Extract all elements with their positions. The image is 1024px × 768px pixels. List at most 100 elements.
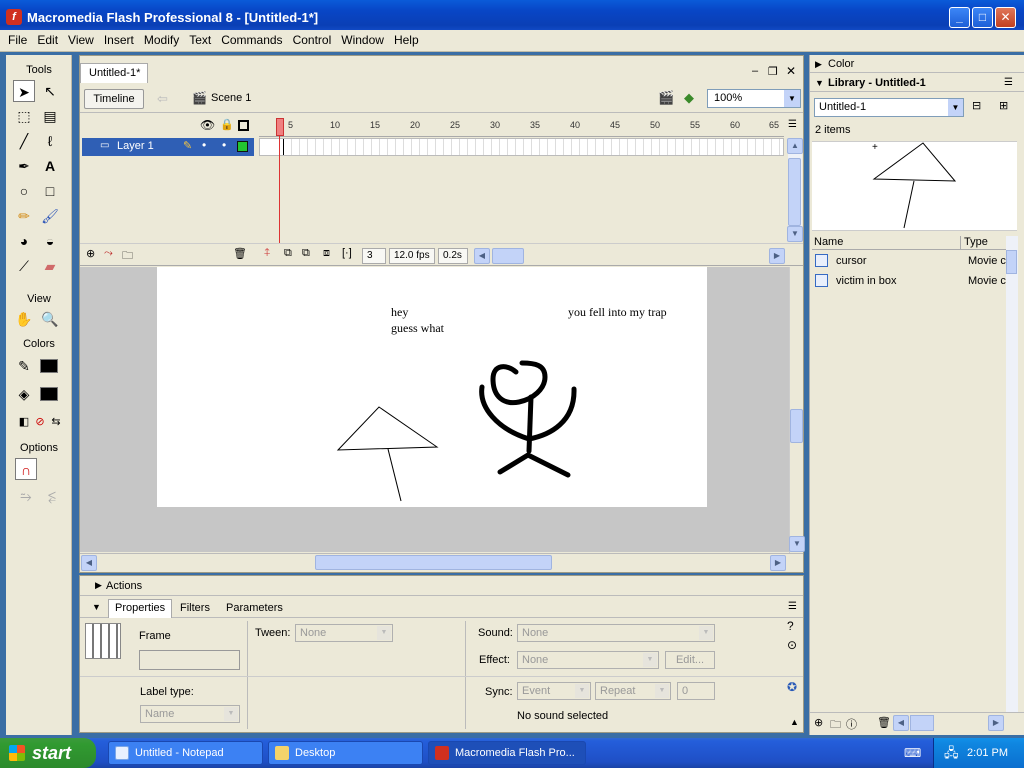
new-symbol-icon[interactable]: ⊕ [814,716,823,729]
start-button[interactable]: start [0,738,96,768]
new-folder-icon[interactable]: 🗀 [830,716,841,735]
gradient-transform-tool-icon[interactable]: ▤ [39,105,61,127]
lib-scroll-left[interactable]: ◀ [893,715,909,731]
edit-in-place-icon[interactable]: ⊙ [787,638,797,652]
scroll-right-arrow[interactable]: ▶ [769,248,785,264]
menu-modify[interactable]: Modify [139,30,184,51]
task-flash[interactable]: Macromedia Flash Pro... [428,741,586,765]
library-vscroll[interactable] [1006,236,1018,712]
eraser-tool-icon[interactable]: ▰ [39,255,61,277]
stage-vscroll[interactable]: ▼ [789,267,805,554]
label-type-select[interactable]: Name [140,705,240,723]
resize-arrow-icon[interactable]: ▲ [790,717,799,727]
zoom-select[interactable]: 100% [707,89,801,108]
onion-skin-icon[interactable]: ⧉ [284,247,292,260]
repeat-select[interactable]: Repeat [595,682,671,700]
timeline-ruler[interactable]: 5 10 15 20 25 30 35 40 45 50 55 60 65 [259,117,784,137]
playhead-marker[interactable] [276,118,284,136]
scroll-up-arrow[interactable]: ▲ [787,138,803,154]
task-notepad[interactable]: Untitled - Notepad [108,741,263,765]
doc-restore-icon[interactable]: ❐ [768,65,778,78]
doc-minimize-icon[interactable]: – [752,65,758,77]
library-item[interactable]: victim in box Movie c [812,271,1008,291]
scroll-left-arrow[interactable]: ◀ [474,248,490,264]
cursor-symbol[interactable] [336,406,439,502]
pencil-tool-icon[interactable]: ✏ [13,205,35,227]
sound-select[interactable]: None [517,624,715,642]
library-panel-header[interactable]: ▼ Library - Untitled-1 ☰ [810,74,1024,92]
edit-scene-icon[interactable]: 🎬 [658,90,674,106]
menu-edit[interactable]: Edit [32,30,63,51]
stage-hscroll-thumb[interactable] [315,555,552,570]
scroll-down-arrow[interactable]: ▼ [787,226,803,242]
new-library-panel-icon[interactable]: ⊞ [999,99,1008,112]
lib-hscroll-thumb[interactable] [910,715,934,731]
frame-rate[interactable]: 12.0 fps [389,248,435,264]
effect-select[interactable]: None [517,651,659,669]
stage-scroll-right[interactable]: ▶ [770,555,786,571]
keyframe-span[interactable] [260,139,284,155]
edit-symbols-icon[interactable]: ◆ [684,90,694,106]
layer-row[interactable]: ▭ Layer 1 ✎ • • [82,138,254,156]
column-type[interactable]: Type [964,236,988,248]
column-name[interactable]: Name [814,236,843,248]
scroll-thumb[interactable] [788,158,801,226]
library-scroll-thumb[interactable] [1006,250,1017,274]
ink-bottle-tool-icon[interactable]: ◕ [13,230,35,252]
stage-vscroll-thumb[interactable] [790,409,803,443]
tween-select[interactable]: None [295,624,393,642]
delete-layer-icon[interactable]: 🗑 [233,247,247,260]
hand-tool-icon[interactable]: ✋ [13,308,35,330]
lock-icon[interactable]: 🔒 [220,118,234,131]
zoom-tool-icon[interactable]: 🔍 [39,308,61,330]
victim-symbol[interactable] [479,360,577,478]
library-item[interactable]: cursor Movie c [812,251,1008,271]
repeat-count-input[interactable]: 0 [677,682,715,700]
layer-color-box[interactable] [237,141,248,152]
frame-strip[interactable] [259,138,784,156]
frame-name-input[interactable] [139,650,240,670]
color-panel-header[interactable]: ▶ Color [810,55,1024,73]
tab-filters[interactable]: Filters [180,602,210,614]
lib-scroll-right[interactable]: ▶ [988,715,1004,731]
delete-item-icon[interactable]: 🗑 [877,716,891,729]
paint-bucket-tool-icon[interactable]: ◒ [39,230,61,252]
edit-multiple-icon[interactable]: ⧈ [323,247,330,260]
add-layer-icon[interactable]: ⊕ [86,247,95,260]
lasso-tool-icon[interactable]: ℓ [39,130,61,152]
timeline-menu-icon[interactable]: ☰ [788,119,797,130]
help-icon[interactable]: ? [787,619,794,633]
arrow-tool-icon[interactable]: ➤ [13,80,35,102]
visible-dot[interactable]: • [202,138,206,152]
menu-view[interactable]: View [63,30,99,51]
maximize-button[interactable]: □ [972,7,993,28]
library-menu-icon[interactable]: ☰ [1004,74,1013,92]
menu-file[interactable]: File [0,30,32,51]
add-motion-guide-icon[interactable]: ⤳ [104,247,113,260]
fill-color-swatch[interactable] [40,387,58,401]
close-button[interactable]: ✕ [995,7,1016,28]
text-tool-icon[interactable]: A [39,155,61,177]
lock-dot[interactable]: • [222,138,226,152]
pin-library-icon[interactable]: ⊟ [972,99,981,112]
menu-help[interactable]: Help [389,30,424,51]
free-transform-tool-icon[interactable]: ⬚ [13,105,35,127]
task-desktop[interactable]: Desktop [268,741,423,765]
menu-commands[interactable]: Commands [216,30,287,51]
rectangle-tool-icon[interactable]: □ [39,180,61,202]
center-frame-icon[interactable]: ⍏ [264,247,271,260]
stroke-color-swatch[interactable] [40,359,58,373]
keyboard-tray-icon[interactable]: ⌨ [904,746,921,760]
edit-button[interactable]: Edit... [665,651,715,669]
actions-header[interactable]: ▶ Actions [80,576,803,596]
eyedropper-tool-icon[interactable]: ⟋ [13,255,35,277]
subselect-tool-icon[interactable]: ↖ [39,80,61,102]
menu-insert[interactable]: Insert [99,30,139,51]
outline-icon[interactable] [238,120,249,131]
doc-close-icon[interactable]: ✕ [786,64,796,78]
swap-colors-icon[interactable]: ⇆ [45,411,67,433]
line-tool-icon[interactable]: ╱ [13,130,35,152]
collapse-arrow-icon[interactable]: ▼ [92,602,101,612]
stage[interactable]: hey guess what you fell into my trap [157,267,707,507]
tab-properties[interactable]: Properties [108,599,173,618]
